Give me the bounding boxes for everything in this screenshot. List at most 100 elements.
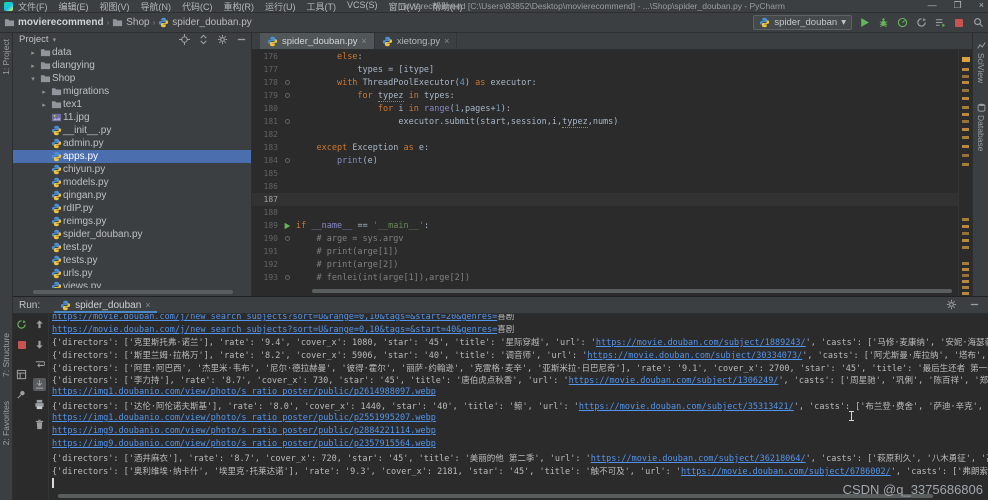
console-link[interactable]: https://movie.douban.com/j/new_search_su… bbox=[52, 314, 497, 322]
menu-item-1[interactable]: 编辑(E) bbox=[59, 0, 89, 13]
close-button[interactable]: × bbox=[979, 0, 984, 11]
console-link[interactable]: https://img1.doubanio.com/view/photo/s_r… bbox=[52, 387, 436, 397]
project-tree-hscrollbar[interactable] bbox=[33, 290, 233, 294]
tree-item-spider_douban.py[interactable]: spider_douban.py bbox=[13, 228, 251, 241]
menu-item-0[interactable]: 文件(F) bbox=[18, 0, 48, 13]
profiler-button[interactable] bbox=[895, 16, 909, 30]
tree-item-qingan.py[interactable]: qingan.py bbox=[13, 189, 251, 202]
minimize-button[interactable]: — bbox=[928, 0, 937, 11]
tree-item-apps.py[interactable]: apps.py bbox=[13, 150, 251, 163]
chevron-icon[interactable]: ▸ bbox=[38, 88, 50, 96]
console-link[interactable]: https://img9.doubanio.com/view/photo/s_r… bbox=[52, 426, 436, 436]
menu-item-8[interactable]: VCS(S) bbox=[347, 0, 378, 13]
breadcrumb-item-spider_douban.py[interactable]: spider_douban.py bbox=[158, 17, 252, 28]
tree-item-reimgs.py[interactable]: reimgs.py bbox=[13, 215, 251, 228]
menu-item-4[interactable]: 代码(C) bbox=[182, 0, 213, 13]
down-button[interactable] bbox=[33, 338, 46, 351]
tree-item-test.py[interactable]: test.py bbox=[13, 241, 251, 254]
tree-item-11.jpg[interactable]: 11.jpg bbox=[13, 111, 251, 124]
run-button[interactable] bbox=[857, 16, 871, 30]
tree-item-tests.py[interactable]: tests.py bbox=[13, 254, 251, 267]
tree-item-__init__.py[interactable]: __init__.py bbox=[13, 124, 251, 137]
line-number: 182 bbox=[252, 130, 278, 139]
run-tab[interactable]: spider_douban × bbox=[54, 297, 156, 313]
console-link[interactable]: https://movie.douban.com/subject/1889243… bbox=[596, 338, 806, 348]
menu-item-5[interactable]: 重构(R) bbox=[224, 0, 255, 13]
tree-item-diangying[interactable]: ▸diangying bbox=[13, 59, 251, 72]
error-stripe[interactable] bbox=[958, 50, 972, 296]
tree-item-chiyun.py[interactable]: chiyun.py bbox=[13, 163, 251, 176]
console-link[interactable]: https://movie.douban.com/subject/6786002… bbox=[681, 467, 891, 477]
console-text: ', 'casts': ['周星驰', '巩俐', '陈百祥', '郑佩佩', … bbox=[778, 376, 988, 386]
breadcrumb-separator: › bbox=[107, 18, 110, 27]
breadcrumb-item-movierecommend[interactable]: movierecommend bbox=[4, 17, 104, 28]
menu-item-2[interactable]: 视图(V) bbox=[100, 0, 130, 13]
concurrency-button[interactable] bbox=[933, 16, 947, 30]
tool-window-button-favorites[interactable]: 2: Favorites bbox=[1, 401, 11, 445]
tree-item-data[interactable]: ▸data bbox=[13, 46, 251, 59]
print-button[interactable] bbox=[33, 398, 46, 411]
chevron-icon[interactable]: ▸ bbox=[38, 101, 50, 109]
chevron-icon[interactable]: ▸ bbox=[27, 49, 39, 57]
run-line-button[interactable] bbox=[278, 222, 296, 230]
scroll-end-button[interactable] bbox=[33, 378, 46, 391]
line-number: 177 bbox=[252, 65, 278, 74]
tool-window-button-structure[interactable]: 7: Structure bbox=[1, 333, 11, 377]
tool-window-button-database[interactable]: Database bbox=[976, 103, 986, 151]
console-link[interactable]: https://movie.douban.com/subject/1306249… bbox=[569, 376, 779, 386]
tree-item-Shop[interactable]: ▾Shop bbox=[13, 72, 251, 85]
search-button[interactable] bbox=[971, 16, 985, 30]
console-hscrollbar[interactable] bbox=[58, 494, 933, 498]
tool-window-button-sciview[interactable]: SciView bbox=[976, 41, 986, 83]
menu-item-6[interactable]: 运行(U) bbox=[265, 0, 296, 13]
console-link[interactable]: https://movie.douban.com/j/new_search_su… bbox=[52, 325, 497, 335]
clear-button[interactable] bbox=[33, 418, 46, 431]
menu-item-7[interactable]: 工具(T) bbox=[307, 0, 337, 13]
stop-button[interactable] bbox=[15, 338, 28, 351]
pin-button[interactable] bbox=[15, 388, 28, 401]
tree-item-migrations[interactable]: ▸migrations bbox=[13, 85, 251, 98]
debug-button[interactable] bbox=[876, 16, 890, 30]
editor-hscrollbar[interactable] bbox=[312, 289, 952, 293]
menu-item-3[interactable]: 导航(N) bbox=[141, 0, 172, 13]
stop-button[interactable] bbox=[952, 16, 966, 30]
editor-tab-spider_douban.py[interactable]: spider_douban.py× bbox=[260, 33, 375, 49]
coverage-button[interactable] bbox=[914, 16, 928, 30]
tree-item-urls.py[interactable]: urls.py bbox=[13, 267, 251, 280]
line-number: 180 bbox=[252, 104, 278, 113]
chevron-icon[interactable]: ▸ bbox=[27, 62, 39, 70]
run-configuration-selector[interactable]: spider_douban ▾ bbox=[753, 15, 852, 30]
hide-button[interactable] bbox=[969, 299, 980, 313]
console-link[interactable]: https://movie.douban.com/subject/3531342… bbox=[579, 402, 794, 412]
rerun-button[interactable] bbox=[15, 318, 28, 331]
close-icon[interactable]: × bbox=[362, 36, 367, 46]
code-line-180: 180 for i in range(1,pages+1): bbox=[252, 102, 958, 115]
tree-item-tex1[interactable]: ▸tex1 bbox=[13, 98, 251, 111]
tree-item-views.py[interactable]: views.py bbox=[13, 280, 251, 288]
console-output[interactable]: https://movie.douban.com/j/new_search_su… bbox=[49, 314, 988, 500]
tree-item-admin.py[interactable]: admin.py bbox=[13, 137, 251, 150]
editor-tab-xietong.py[interactable]: xietong.py × bbox=[375, 33, 458, 49]
line-number: 176 bbox=[252, 52, 278, 61]
restore-layout-button[interactable] bbox=[15, 368, 28, 381]
maximize-button[interactable]: ❐ bbox=[954, 0, 962, 11]
close-icon[interactable]: × bbox=[145, 300, 150, 310]
editor-tab-label: xietong.py bbox=[397, 36, 440, 47]
soft-wrap-button[interactable] bbox=[33, 358, 46, 371]
code-line-178: 178 with ThreadPoolExecutor(4) as execut… bbox=[252, 76, 958, 89]
tree-item-models.py[interactable]: models.py bbox=[13, 176, 251, 189]
up-button[interactable] bbox=[33, 318, 46, 331]
chevron-icon[interactable]: ▾ bbox=[27, 75, 39, 83]
close-icon[interactable]: × bbox=[444, 36, 449, 46]
project-panel-title[interactable]: Project bbox=[19, 34, 49, 45]
console-link[interactable]: https://img9.doubanio.com/view/photo/s_r… bbox=[52, 439, 436, 449]
code-editor[interactable]: 176 else:177 types = [itype]178 with Thr… bbox=[252, 50, 958, 296]
tool-window-button-project[interactable]: 1: Project bbox=[1, 39, 11, 75]
gear-button[interactable] bbox=[946, 299, 957, 313]
console-link[interactable]: https://movie.douban.com/subject/3033407… bbox=[587, 351, 802, 361]
tree-item-rdIP.py[interactable]: rdIP.py bbox=[13, 202, 251, 215]
console-link[interactable]: https://movie.douban.com/subject/3621806… bbox=[591, 454, 806, 464]
line-number: 187 bbox=[252, 195, 278, 204]
breadcrumb-item-Shop[interactable]: Shop bbox=[112, 17, 149, 28]
console-link[interactable]: https://img1.doubanio.com/view/photo/s_r… bbox=[52, 413, 436, 423]
